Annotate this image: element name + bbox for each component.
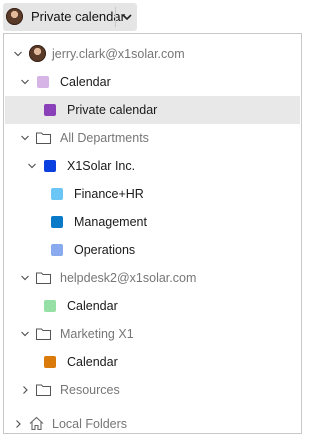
folder-icon xyxy=(36,132,51,144)
marketing-calendar-label: Calendar xyxy=(67,355,118,369)
home-icon xyxy=(29,416,44,431)
folder-icon xyxy=(36,384,51,396)
selected-calendar-label: Private calendar xyxy=(31,9,125,24)
management-label: Management xyxy=(74,215,147,229)
tree-item-all-departments[interactable]: All Departments xyxy=(5,124,300,152)
tree-item-x1solar[interactable]: X1Solar Inc. xyxy=(5,152,300,180)
calendar-color-swatch xyxy=(37,76,49,88)
finance-hr-color-swatch xyxy=(51,188,63,200)
tree-item-local-folders[interactable]: Local Folders xyxy=(5,410,300,438)
tree-item-marketing-calendar[interactable]: Calendar xyxy=(5,348,300,376)
marketing-label: Marketing X1 xyxy=(60,327,134,341)
all-departments-label: All Departments xyxy=(60,131,149,145)
tree-item-resources[interactable]: Resources xyxy=(5,376,300,404)
tree-item-helpdesk-calendar[interactable]: Calendar xyxy=(5,292,300,320)
chevron-right-icon[interactable] xyxy=(20,385,30,395)
x1solar-label: X1Solar Inc. xyxy=(67,159,136,173)
chevron-right-icon[interactable] xyxy=(13,419,23,429)
chevron-down-icon[interactable] xyxy=(121,12,133,22)
tree-item-management[interactable]: Management xyxy=(5,208,300,236)
finance-hr-label: Finance+HR xyxy=(74,187,144,201)
calendar-selector-button[interactable]: Private calendar xyxy=(3,3,137,31)
user-avatar xyxy=(6,8,23,25)
tree-item-finance-hr[interactable]: Finance+HR xyxy=(5,180,300,208)
account-label: jerry.clark@x1solar.com xyxy=(52,47,185,61)
tree-item-account[interactable]: jerry.clark@x1solar.com xyxy=(5,40,300,68)
chevron-down-icon[interactable] xyxy=(20,133,30,143)
tree-item-marketing[interactable]: Marketing X1 xyxy=(5,320,300,348)
folder-icon xyxy=(36,328,51,340)
private-calendar-color-swatch xyxy=(44,104,56,116)
chevron-down-icon[interactable] xyxy=(20,77,30,87)
operations-label: Operations xyxy=(74,243,136,257)
calendar-label: Calendar xyxy=(60,75,111,89)
operations-color-swatch xyxy=(51,244,63,256)
folder-icon xyxy=(36,272,51,284)
calendar-tree-panel: jerry.clark@x1solar.com Calendar Private… xyxy=(3,33,302,434)
management-color-swatch xyxy=(51,216,63,228)
resources-label: Resources xyxy=(60,383,120,397)
chevron-down-icon[interactable] xyxy=(20,273,30,283)
chevron-down-icon[interactable] xyxy=(13,49,23,59)
tree-item-operations[interactable]: Operations xyxy=(5,236,300,264)
x1solar-color-swatch xyxy=(44,160,56,172)
selector-divider xyxy=(115,7,116,27)
private-calendar-label: Private calendar xyxy=(67,103,158,117)
local-folders-label: Local Folders xyxy=(52,417,128,431)
helpdesk-calendar-label: Calendar xyxy=(67,299,118,313)
chevron-down-icon[interactable] xyxy=(27,161,37,171)
account-avatar xyxy=(29,45,46,62)
chevron-down-icon[interactable] xyxy=(20,329,30,339)
marketing-calendar-color-swatch xyxy=(44,356,56,368)
tree-item-private-calendar[interactable]: Private calendar xyxy=(5,96,300,124)
tree-item-helpdesk[interactable]: helpdesk2@x1solar.com xyxy=(5,264,300,292)
calendar-selector-bar: Private calendar xyxy=(0,0,304,35)
tree-item-calendar[interactable]: Calendar xyxy=(5,68,300,96)
helpdesk-calendar-color-swatch xyxy=(44,300,56,312)
helpdesk-label: helpdesk2@x1solar.com xyxy=(60,271,197,285)
